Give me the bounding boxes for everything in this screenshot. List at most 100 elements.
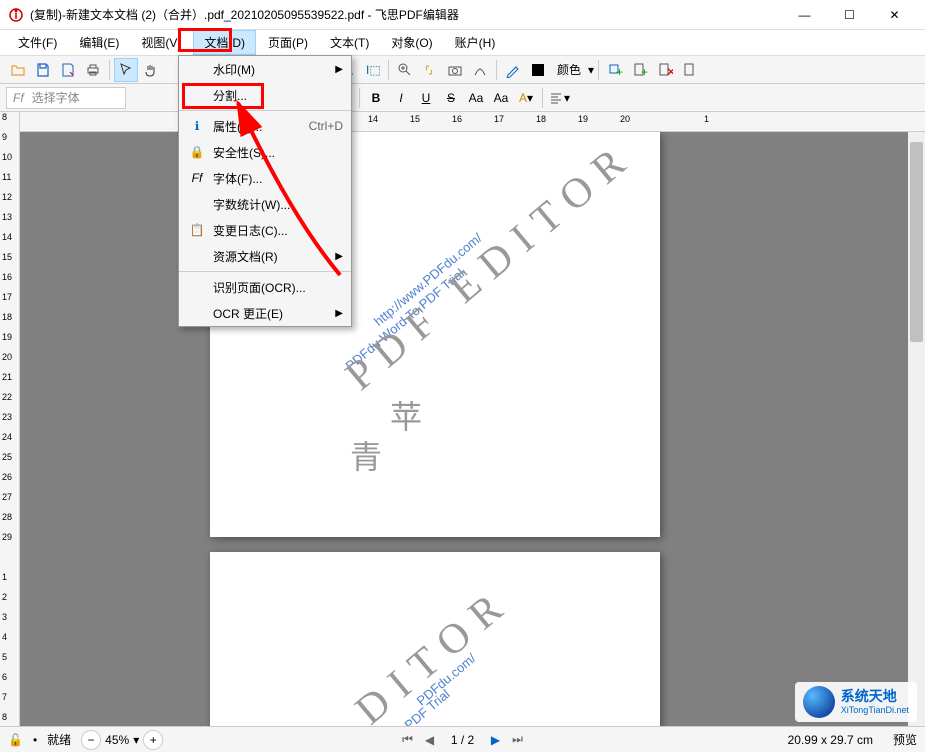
open-icon[interactable]	[6, 58, 30, 82]
svg-text:✕: ✕	[666, 65, 673, 78]
align-icon[interactable]: ▾	[547, 86, 571, 110]
toolbar-text: Ff 选择字体 B I U S Aa Aa A▾ ▾	[0, 84, 925, 112]
page-text-2: 青	[350, 432, 382, 478]
font-icon: Ff	[187, 171, 207, 185]
toolbar-main: I⬚ 颜色 ▾ + + ✕	[0, 56, 925, 84]
lock-icon: 🔒	[187, 145, 207, 159]
pencil-icon[interactable]	[501, 58, 525, 82]
close-button[interactable]: ✕	[872, 0, 917, 30]
titlebar: (复制)-新建文本文档 (2)（合并）.pdf_2021020509553952…	[0, 0, 925, 30]
svg-text:+: +	[616, 65, 623, 78]
menu-ocr[interactable]: 识别页面(OCR)...	[179, 274, 351, 300]
zoom-controls: − 45% ▾ +	[81, 730, 163, 750]
page-navigation: ⏮ ◀ 1 / 2 ▶ ⏭	[399, 732, 527, 747]
menu-security[interactable]: 🔒 安全性(S)...	[179, 139, 351, 165]
nav-last-icon[interactable]: ⏭	[509, 732, 527, 747]
menu-watermark[interactable]: 水印(M) ▶	[179, 56, 351, 82]
menu-document[interactable]: 文档(D)	[193, 30, 256, 55]
font-placeholder: 选择字体	[32, 89, 80, 106]
menu-changelog[interactable]: 📋 变更日志(C)...	[179, 217, 351, 243]
document-dropdown: 水印(M) ▶ 分割... ℹ 属性(T)... Ctrl+D 🔒 安全性(S)…	[178, 55, 352, 327]
underline-icon[interactable]: U	[414, 86, 438, 110]
menu-object[interactable]: 对象(O)	[381, 31, 442, 54]
font-color-icon[interactable]: A▾	[514, 86, 538, 110]
menu-text[interactable]: 文本(T)	[320, 31, 379, 54]
print-icon[interactable]	[81, 58, 105, 82]
svg-text:I⬚: I⬚	[366, 63, 380, 77]
link-icon[interactable]	[418, 58, 442, 82]
page-indicator[interactable]: 1 / 2	[443, 733, 483, 747]
zoom-level[interactable]: 45%	[105, 733, 129, 747]
submenu-arrow-icon: ▶	[335, 308, 343, 319]
minimize-button[interactable]: —	[782, 0, 827, 30]
menu-file[interactable]: 文件(F)	[8, 31, 67, 54]
menu-view[interactable]: 视图(V)	[131, 31, 191, 54]
save-as-icon[interactable]	[56, 58, 80, 82]
italic-icon[interactable]: I	[389, 86, 413, 110]
scrollbar-vertical[interactable]	[908, 132, 925, 726]
menu-edit[interactable]: 编辑(E)	[69, 31, 129, 54]
bold-icon[interactable]: B	[364, 86, 388, 110]
select-tool-icon[interactable]	[114, 58, 138, 82]
save-icon[interactable]	[31, 58, 55, 82]
page-blank-icon[interactable]	[678, 58, 702, 82]
status-ready: 就绪	[47, 731, 71, 748]
menu-page[interactable]: 页面(P)	[258, 31, 318, 54]
nav-first-icon[interactable]: ⏮	[399, 732, 417, 747]
pdf-page-2[interactable]: PDFdu.com/ PDF Trial DITOR	[210, 552, 660, 726]
color-label: 颜色	[551, 61, 587, 78]
logo-globe-icon	[803, 686, 835, 718]
stamp-add-icon[interactable]: +	[603, 58, 627, 82]
menu-properties[interactable]: ℹ 属性(T)... Ctrl+D	[179, 113, 351, 139]
text-select-icon[interactable]: I⬚	[360, 58, 384, 82]
page-text-1: 苹	[390, 392, 422, 438]
logo-text-en: XiTongTianDi.net	[841, 705, 909, 716]
menu-separator	[179, 110, 351, 111]
strike-icon[interactable]: S	[439, 86, 463, 110]
submenu-arrow-icon: ▶	[335, 251, 343, 262]
window-title: (复制)-新建文本文档 (2)（合并）.pdf_2021020509553952…	[30, 6, 782, 23]
shape-icon[interactable]	[468, 58, 492, 82]
submenu-arrow-icon: ▶	[335, 64, 343, 75]
lock-status-icon[interactable]: 🔓	[8, 733, 23, 747]
hand-tool-icon[interactable]	[139, 58, 163, 82]
site-watermark: 系统天地 XiTongTianDi.net	[795, 682, 917, 722]
page-remove-icon[interactable]: ✕	[653, 58, 677, 82]
watermark-editor: PDF EDITOR	[337, 132, 644, 400]
font-prefix: Ff	[13, 91, 24, 105]
zoom-out-button[interactable]: −	[81, 730, 101, 750]
clipboard-icon: 📋	[187, 223, 207, 237]
menubar: 文件(F) 编辑(E) 视图(V) 文档(D) 页面(P) 文本(T) 对象(O…	[0, 30, 925, 56]
menu-resources[interactable]: 资源文档(R) ▶	[179, 243, 351, 269]
maximize-button[interactable]: ☐	[827, 0, 872, 30]
statusbar: 🔓 • 就绪 − 45% ▾ + ⏮ ◀ 1 / 2 ▶ ⏭ 20.99 x 2…	[0, 726, 925, 752]
zoom-in-button[interactable]: +	[143, 730, 163, 750]
page-add-icon[interactable]: +	[628, 58, 652, 82]
menu-separator	[179, 271, 351, 272]
sup-icon[interactable]: Aa	[489, 86, 513, 110]
color-swatch-icon[interactable]	[526, 58, 550, 82]
logo-text-cn: 系统天地	[841, 688, 909, 705]
menu-word-count[interactable]: 字数统计(W)...	[179, 191, 351, 217]
zoom-dropdown-icon[interactable]: ▾	[133, 733, 139, 747]
menu-fonts[interactable]: Ff 字体(F)...	[179, 165, 351, 191]
font-select[interactable]: Ff 选择字体	[6, 87, 126, 109]
camera-icon[interactable]	[443, 58, 467, 82]
workspace: 8910111213141516171819202122232425262728…	[0, 112, 925, 726]
menu-ocr-correct[interactable]: OCR 更正(E) ▶	[179, 300, 351, 326]
canvas[interactable]: http://www.PDFdu.com/ PDFdu Word To PDF …	[20, 132, 925, 726]
zoom-in-icon[interactable]	[393, 58, 417, 82]
svg-text:+: +	[641, 65, 648, 78]
window-controls: — ☐ ✕	[782, 0, 917, 30]
app-icon	[8, 7, 24, 23]
sub-icon[interactable]: Aa	[464, 86, 488, 110]
preview-label[interactable]: 预览	[893, 731, 917, 748]
dropdown-arrow-icon[interactable]: ▾	[588, 63, 594, 77]
menu-split[interactable]: 分割...	[179, 82, 351, 108]
ruler-vertical: 8910111213141516171819202122232425262728…	[0, 112, 20, 726]
info-icon: ℹ	[187, 119, 207, 133]
scroll-thumb[interactable]	[910, 142, 923, 342]
nav-prev-icon[interactable]: ◀	[421, 733, 439, 747]
nav-next-icon[interactable]: ▶	[487, 733, 505, 747]
menu-account[interactable]: 账户(H)	[445, 31, 506, 54]
